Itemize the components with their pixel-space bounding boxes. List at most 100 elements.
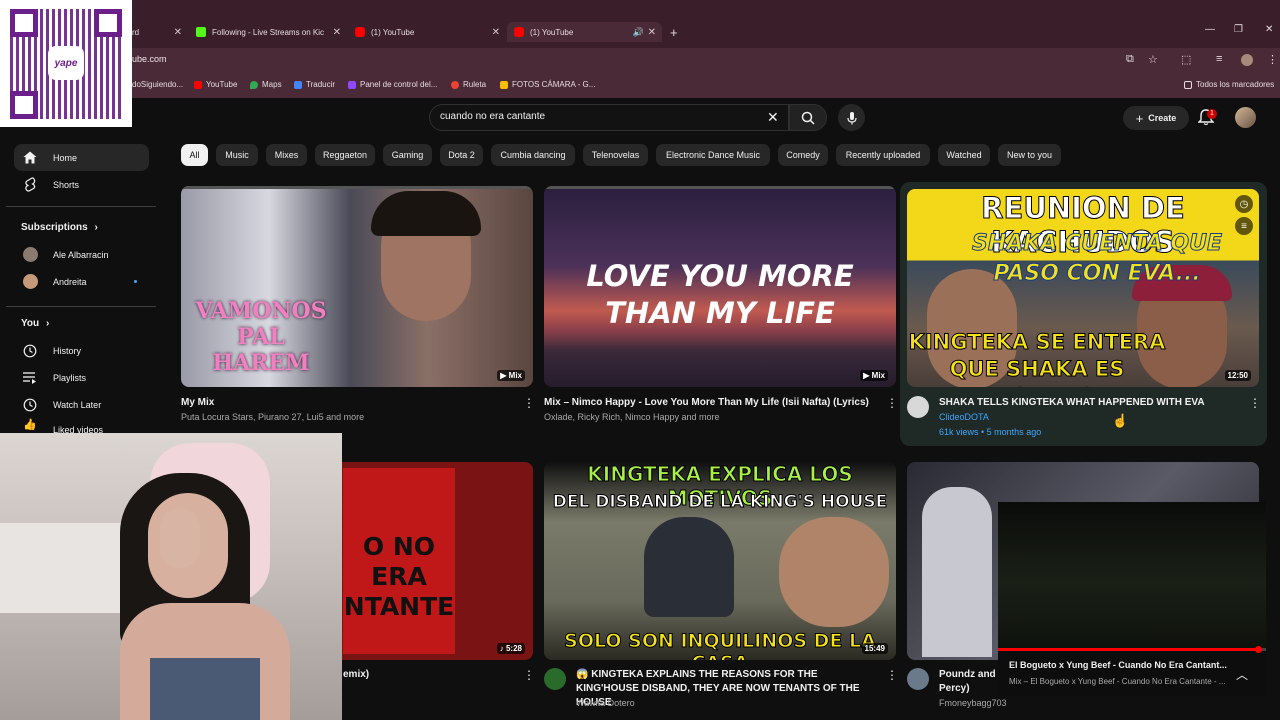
media-control-icon[interactable]: ≡ bbox=[1216, 53, 1222, 65]
more-actions-icon[interactable]: ⋮ bbox=[523, 668, 535, 682]
channel-avatar[interactable] bbox=[544, 668, 566, 690]
menu-dots-icon[interactable]: ⋮ bbox=[1267, 53, 1278, 66]
bookmark-item[interactable]: doSiguiendo... bbox=[132, 80, 183, 89]
bookmark-item[interactable]: Traducir bbox=[294, 80, 335, 89]
home-icon bbox=[22, 151, 38, 164]
hair-shape bbox=[371, 191, 481, 236]
channel-avatar[interactable] bbox=[907, 396, 929, 418]
video-thumbnail-my-mix[interactable]: VAMONOS PAL HAREM ▶ Mix bbox=[181, 186, 533, 387]
video-title[interactable]: Poundz and Percy) bbox=[939, 668, 997, 696]
audio-playing-icon[interactable]: 🔊 bbox=[633, 27, 644, 38]
maps-icon bbox=[250, 80, 258, 89]
clear-search-icon[interactable]: ✕ bbox=[767, 109, 779, 126]
browser-tab-2[interactable]: Following - Live Streams on Kic ✕ bbox=[196, 22, 341, 42]
sidebar-item-home[interactable]: Home bbox=[14, 144, 149, 171]
thumb-mid-text: DEL DISBAND DE LA KING'S HOUSE bbox=[552, 492, 888, 513]
chip-recently-uploaded[interactable]: Recently uploaded bbox=[836, 144, 930, 166]
tab-label: (1) YouTube bbox=[371, 27, 415, 37]
mix-badge: ▶ Mix bbox=[860, 370, 888, 381]
install-app-icon[interactable]: ⧉ bbox=[1126, 53, 1134, 66]
address-bar bbox=[0, 48, 1280, 74]
chip-mixes[interactable]: Mixes bbox=[266, 144, 307, 166]
minimize-icon[interactable]: — bbox=[1205, 24, 1215, 35]
sidebar-item-ale-albarracin[interactable]: Ale Albarracin bbox=[14, 241, 149, 268]
chip-gaming[interactable]: Gaming bbox=[383, 144, 432, 166]
mix-badge: ▶ Mix bbox=[497, 370, 525, 381]
expand-chevron-icon[interactable]: ︿ bbox=[1236, 666, 1248, 683]
video-thumbnail-kingteka-explica[interactable]: KINGTEKA EXPLICA LOS MOTIVOS DEL DISBAND… bbox=[544, 462, 896, 660]
youtube-icon bbox=[194, 80, 202, 89]
channel-name[interactable]: Wawita Dotero bbox=[576, 698, 635, 708]
video-title[interactable]: emix) bbox=[343, 668, 369, 682]
channel-avatar[interactable] bbox=[907, 668, 929, 690]
tab-close-icon[interactable]: ✕ bbox=[492, 27, 500, 38]
playlists-icon bbox=[22, 371, 38, 384]
browser-tab-4-active[interactable]: (1) YouTube 🔊 ✕ bbox=[507, 22, 662, 42]
new-tab-button[interactable]: + bbox=[670, 22, 678, 42]
bookmark-item[interactable]: FOTOS CÁMARA - G... bbox=[500, 80, 595, 89]
close-window-icon[interactable]: ✕ bbox=[1265, 24, 1273, 35]
you-heading[interactable]: You › bbox=[21, 318, 49, 329]
miniplayer[interactable]: El Bogueto x Yung Beef - Cuando No Era C… bbox=[998, 502, 1266, 696]
chip-all[interactable]: All bbox=[181, 144, 208, 166]
restore-icon[interactable]: ❐ bbox=[1234, 24, 1243, 35]
tab-close-icon[interactable]: ✕ bbox=[333, 27, 341, 38]
create-button[interactable]: + Create bbox=[1123, 106, 1189, 130]
bookmark-item[interactable]: YouTube bbox=[194, 80, 237, 89]
chip-edm[interactable]: Electronic Dance Music bbox=[656, 144, 770, 166]
voice-search-button[interactable] bbox=[838, 104, 865, 131]
notification-count-badge: 1 bbox=[1207, 109, 1217, 119]
sidebar-item-liked-videos[interactable]: 👍 Liked videos bbox=[14, 418, 149, 434]
video-thumbnail-shaka[interactable]: REUNION DE KACHUDOS SHAKA CUENTA QUE PAS… bbox=[907, 189, 1259, 387]
more-actions-icon[interactable]: ⋮ bbox=[886, 668, 898, 682]
more-actions-icon[interactable]: ⋮ bbox=[523, 396, 535, 410]
progress-knob[interactable] bbox=[1255, 646, 1262, 653]
tab-close-icon[interactable]: ✕ bbox=[174, 27, 182, 38]
youtube-favicon-icon bbox=[514, 27, 524, 37]
chip-cumbia-dancing[interactable]: Cumbia dancing bbox=[491, 144, 575, 166]
all-bookmarks[interactable]: Todos los marcadores bbox=[1184, 80, 1274, 89]
video-title[interactable]: SHAKA TELLS KINGTEKA WHAT HAPPENED WITH … bbox=[939, 396, 1205, 410]
add-to-queue-icon[interactable]: ≡ bbox=[1235, 217, 1253, 235]
subscriptions-heading[interactable]: Subscriptions › bbox=[21, 222, 98, 233]
browser-tab-3[interactable]: (1) YouTube ✕ bbox=[355, 22, 500, 42]
bookmark-star-icon[interactable]: ☆ bbox=[1148, 53, 1158, 66]
sidebar-item-andreita[interactable]: Andreita bbox=[14, 268, 149, 295]
qr-corner-bl bbox=[10, 91, 38, 119]
channel-name[interactable]: ClideoDOTA bbox=[939, 412, 989, 422]
account-avatar[interactable] bbox=[1235, 107, 1256, 128]
search-button[interactable] bbox=[789, 104, 827, 131]
sidebar-item-watch-later[interactable]: Watch Later bbox=[14, 391, 149, 418]
tab-close-icon[interactable]: ✕ bbox=[648, 27, 656, 38]
search-input[interactable]: cuando no era cantante bbox=[440, 111, 545, 122]
chip-new-to-you[interactable]: New to you bbox=[998, 144, 1061, 166]
duration-badge: 12:50 bbox=[1224, 370, 1251, 381]
more-actions-icon[interactable]: ⋮ bbox=[1249, 396, 1261, 410]
sidebar-item-history[interactable]: History bbox=[14, 337, 149, 364]
chip-dota2[interactable]: Dota 2 bbox=[440, 144, 483, 166]
watch-later-icon[interactable]: ◷ bbox=[1235, 195, 1253, 213]
url-field[interactable]: ube.com bbox=[132, 54, 167, 64]
extensions-icon[interactable]: ⬚ bbox=[1181, 53, 1191, 66]
new-content-dot bbox=[134, 280, 137, 283]
channel-name[interactable]: Fmoneybagg703 bbox=[939, 698, 1007, 708]
chip-telenovelas[interactable]: Telenovelas bbox=[583, 144, 648, 166]
chip-comedy[interactable]: Comedy bbox=[778, 144, 828, 166]
bookmark-item[interactable]: Ruleta bbox=[451, 80, 486, 89]
qr-code-overlay: yape bbox=[0, 0, 132, 127]
video-title[interactable]: Mix – Nimco Happy - Love You More Than M… bbox=[544, 396, 884, 410]
qr-corner-tl bbox=[10, 9, 38, 37]
bookmark-item[interactable]: Maps bbox=[250, 80, 282, 89]
profile-icon[interactable] bbox=[1241, 54, 1253, 66]
video-title[interactable]: My Mix bbox=[181, 396, 214, 410]
chip-reggaeton[interactable]: Reggaeton bbox=[315, 144, 375, 166]
bookmark-item[interactable]: Panel de control del... bbox=[348, 80, 437, 89]
video-thumbnail-love-you-more[interactable]: LOVE YOU MORE THAN MY LIFE ▶ Mix bbox=[544, 186, 896, 387]
miniplayer-video[interactable] bbox=[998, 502, 1266, 648]
sidebar-item-playlists[interactable]: Playlists bbox=[14, 364, 149, 391]
sidebar-item-shorts[interactable]: Shorts bbox=[14, 171, 149, 198]
more-actions-icon[interactable]: ⋮ bbox=[886, 396, 898, 410]
browser-tab-1[interactable]: rd ✕ bbox=[132, 22, 182, 42]
chip-music[interactable]: Music bbox=[216, 144, 258, 166]
chip-watched[interactable]: Watched bbox=[938, 144, 990, 166]
